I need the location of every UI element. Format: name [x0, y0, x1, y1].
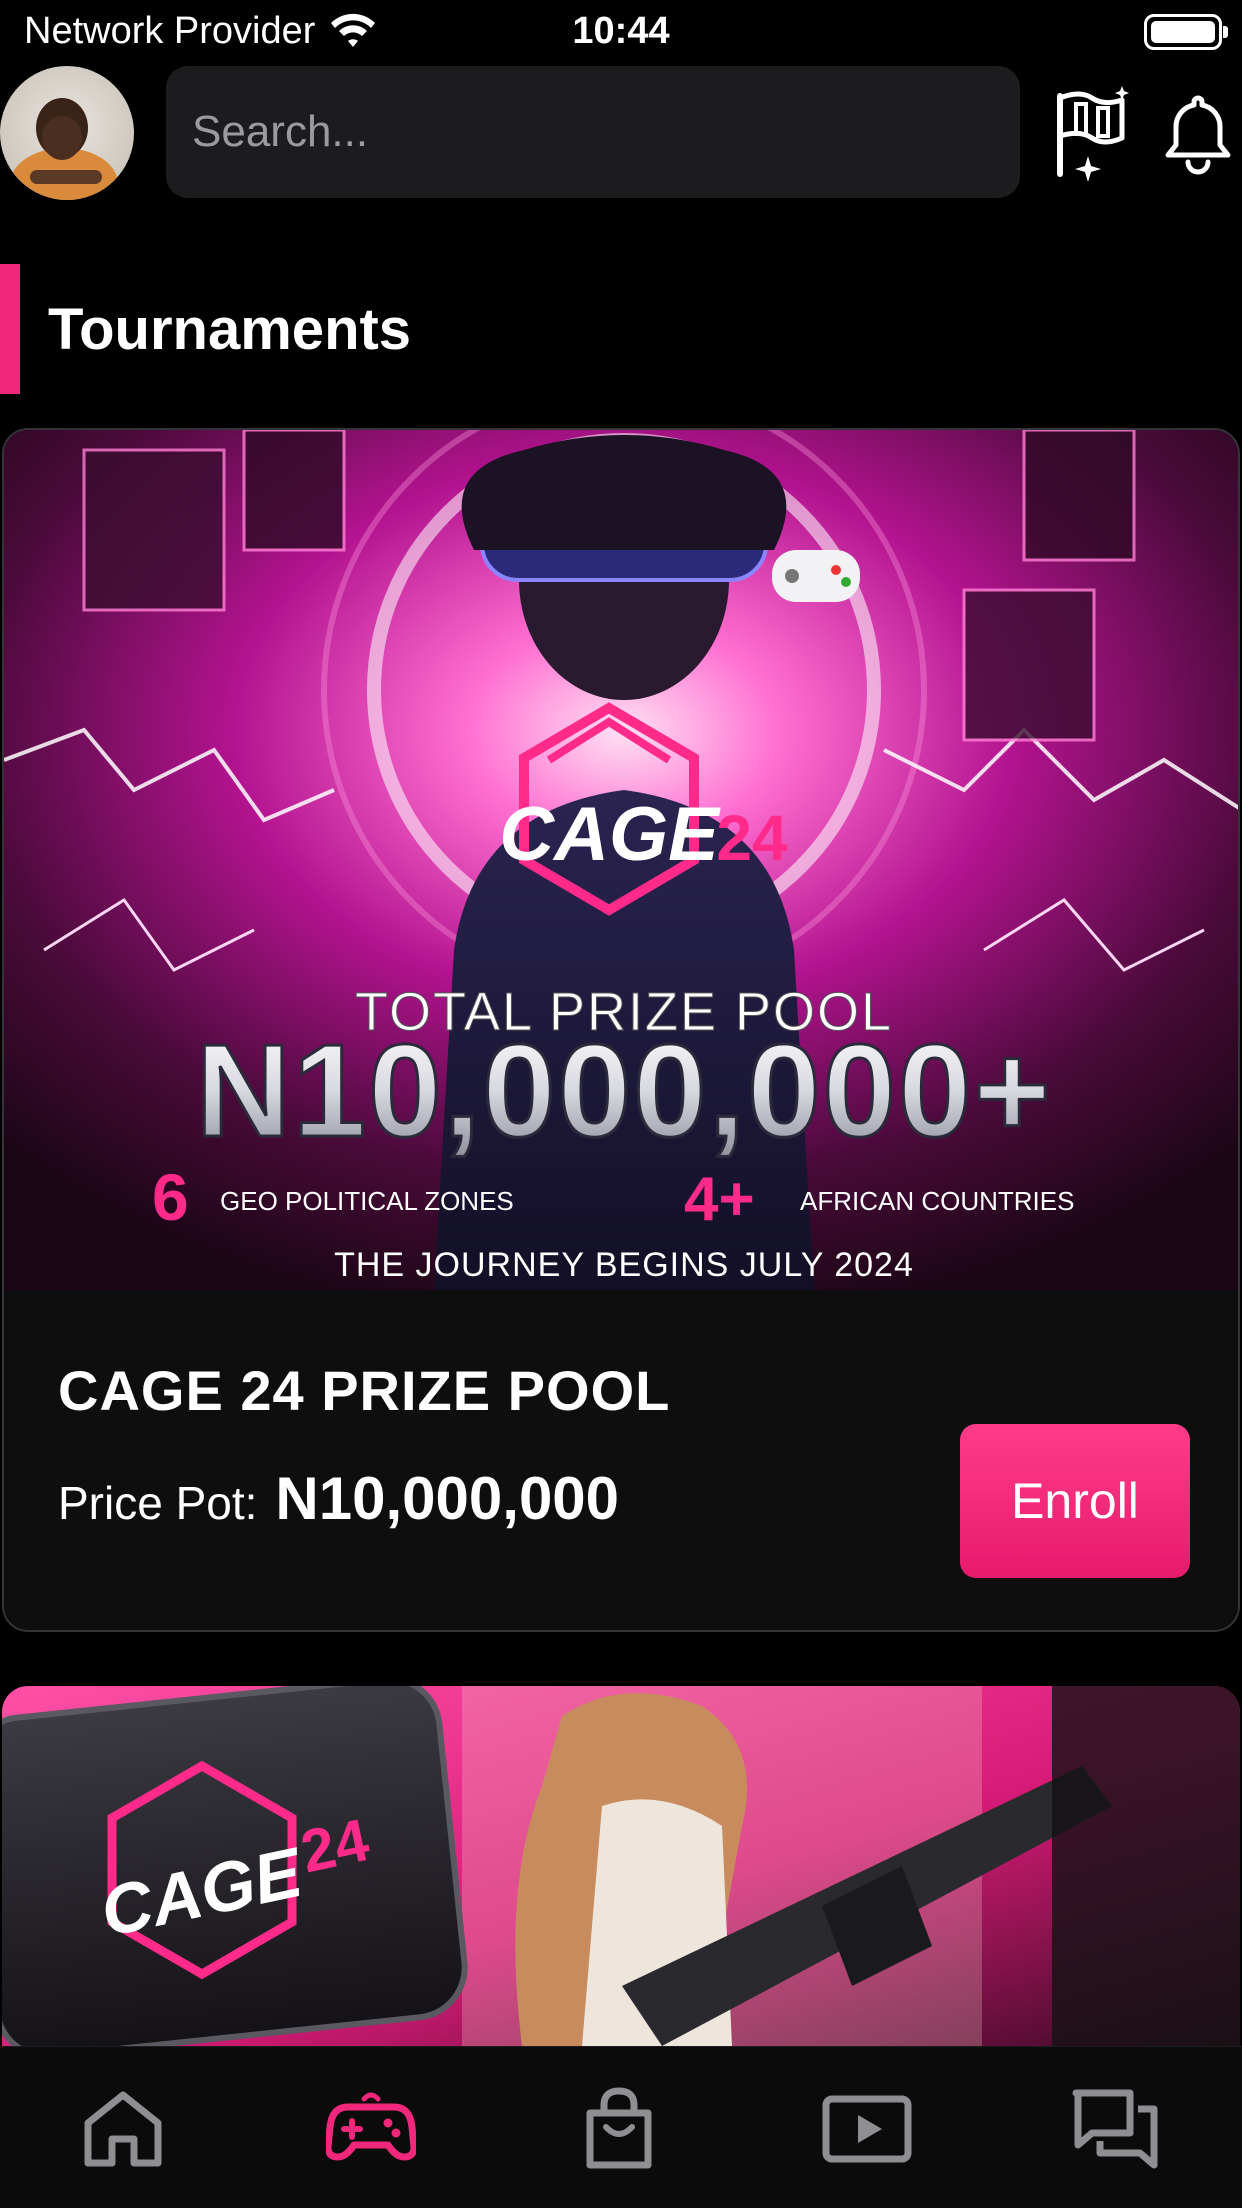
enroll-button[interactable]: Enroll [960, 1424, 1190, 1578]
banner-logo-number: 24 [716, 802, 788, 874]
tab-home[interactable] [78, 2083, 168, 2173]
home-icon [84, 2091, 162, 2167]
prize-pot-value: N10,000,000 [275, 1465, 620, 1532]
tab-videos[interactable] [822, 2083, 912, 2173]
gamepad-icon [324, 2092, 418, 2161]
tournament-banner-2: CAGE 24 [2, 1686, 1240, 2046]
avatar[interactable] [0, 66, 134, 200]
flag-icon[interactable] [1052, 86, 1132, 186]
tab-shop[interactable] [574, 2083, 664, 2173]
tournament-card[interactable]: CAGE 24 TOTAL PRIZE POOL N10,000,000+ 6 … [2, 428, 1240, 1632]
banner-stat2-label: AFRICAN COUNTRIES [800, 1186, 1074, 1216]
banner-amount: N10,000,000+ [195, 1017, 1052, 1164]
tab-chat[interactable] [1070, 2083, 1160, 2173]
bell-icon[interactable] [1160, 92, 1236, 178]
tournament-banner: CAGE 24 TOTAL PRIZE POOL N10,000,000+ 6 … [4, 430, 1238, 1290]
tab-games[interactable] [324, 2083, 418, 2173]
chat-icon [1072, 2089, 1158, 2169]
banner-stat1-label: GEO POLITICAL ZONES [220, 1186, 514, 1216]
search-bar[interactable] [166, 66, 1020, 198]
battery-icon [1144, 14, 1228, 50]
play-icon [822, 2095, 912, 2163]
screen: Network Provider 10:44 Search... Tournam… [0, 0, 1242, 2208]
tournament-title: CAGE 24 PRIZE POOL [58, 1359, 671, 1422]
avatar-photo [10, 98, 118, 200]
banner-stat1-number: 6 [152, 1160, 189, 1234]
status-bar: Network Provider 10:44 [0, 0, 1242, 64]
banner-logo-text: CAGE [499, 792, 721, 877]
section-accent-bar [0, 264, 20, 394]
prize-pot-label: Price Pot: [58, 1477, 258, 1529]
bottom-tab-bar [0, 2046, 1242, 2208]
section-header: Tournaments [0, 264, 1242, 394]
search-input[interactable] [192, 107, 1020, 157]
banner-footer: THE JOURNEY BEGINS JULY 2024 [334, 1246, 914, 1284]
section-title: Tournaments [48, 297, 412, 362]
top-header [0, 66, 1242, 200]
tournament-card-2[interactable]: CAGE 24 [2, 1686, 1240, 2046]
bag-icon [586, 2087, 652, 2169]
prize-pot-row: Price Pot: N10,000,000 [58, 1464, 619, 1533]
banner-stat2-number: 4+ [684, 1165, 755, 1234]
clock: 10:44 [572, 10, 670, 52]
